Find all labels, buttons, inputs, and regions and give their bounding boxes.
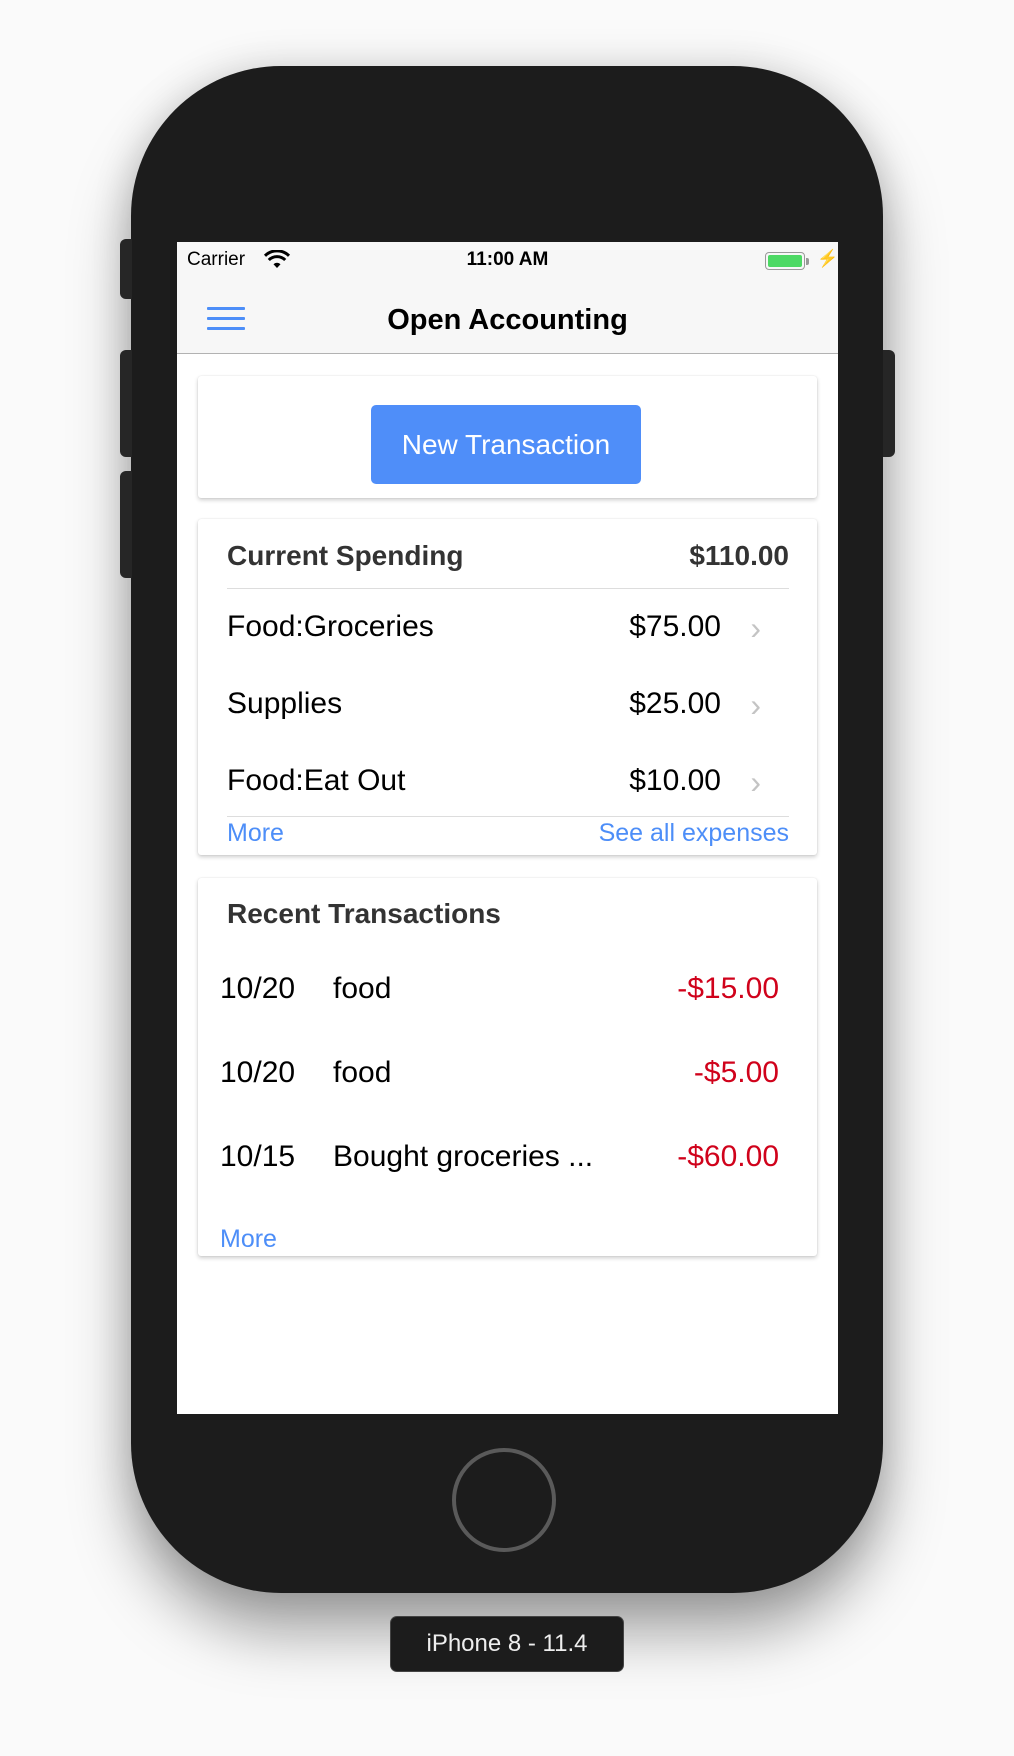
current-spending-card: Current Spending $110.00 Food:Groceries …	[198, 519, 817, 855]
power-button[interactable]	[883, 350, 895, 457]
new-transaction-card: New Transaction	[198, 376, 817, 498]
status-bar: Carrier 11:00 AM ⚡	[177, 242, 838, 282]
volume-down-button[interactable]	[120, 471, 132, 578]
recent-transactions-title: Recent Transactions	[227, 898, 501, 929]
spending-row[interactable]: Supplies $25.00 ›	[227, 667, 789, 744]
spending-category: Food:Eat Out	[227, 764, 406, 797]
battery-nub	[806, 258, 809, 265]
transaction-date: 10/20	[220, 1056, 296, 1089]
current-spending-title: Current Spending	[227, 540, 464, 571]
transaction-amount: -$15.00	[677, 972, 779, 1005]
screen: Carrier 11:00 AM ⚡ Open Accounting New T…	[177, 242, 838, 1414]
spending-amount: $10.00	[629, 764, 721, 797]
spending-row[interactable]: Food:Eat Out $10.00 ›	[227, 744, 789, 821]
device-label: iPhone 8 - 11.4	[390, 1616, 624, 1672]
spending-category: Supplies	[227, 687, 343, 720]
transaction-row[interactable]: 10/15 Bought groceries ... -$60.00	[220, 1118, 779, 1202]
clock: 11:00 AM	[466, 249, 549, 270]
chevron-right-icon: ›	[750, 610, 761, 646]
recent-transactions-card: Recent Transactions 10/20 food -$15.00 1…	[198, 878, 817, 1256]
page-title: Open Accounting	[387, 304, 628, 336]
transaction-description: food	[333, 1056, 392, 1089]
chevron-right-icon: ›	[750, 764, 761, 800]
spending-amount: $25.00	[629, 687, 721, 720]
spending-row[interactable]: Food:Groceries $75.00 ›	[227, 590, 789, 667]
current-spending-total: $110.00	[689, 540, 789, 571]
transaction-row[interactable]: 10/20 food -$5.00	[220, 1034, 779, 1118]
charging-bolt-icon: ⚡	[817, 249, 838, 268]
transaction-amount: -$5.00	[693, 1056, 779, 1089]
transactions-more-link[interactable]: More	[220, 1225, 277, 1254]
spending-amount: $75.00	[629, 610, 721, 643]
home-button[interactable]	[452, 1448, 556, 1552]
current-spending-footer: More See all expenses	[227, 816, 789, 857]
transaction-description: Bought groceries ...	[333, 1140, 594, 1173]
transaction-description: food	[333, 972, 392, 1005]
new-transaction-button[interactable]: New Transaction	[371, 405, 641, 484]
spending-category: Food:Groceries	[227, 610, 434, 643]
chevron-right-icon: ›	[750, 687, 761, 723]
mute-switch[interactable]	[120, 239, 132, 299]
transaction-amount: -$60.00	[677, 1140, 779, 1173]
transaction-row[interactable]: 10/20 food -$15.00	[220, 950, 779, 1034]
spending-more-link[interactable]: More	[227, 819, 284, 848]
current-spending-header: Current Spending $110.00	[227, 535, 789, 589]
volume-up-button[interactable]	[120, 350, 132, 457]
battery-charging-icon	[765, 252, 805, 270]
transaction-date: 10/15	[220, 1140, 296, 1173]
transaction-date: 10/20	[220, 972, 296, 1005]
navigation-bar: Open Accounting	[177, 282, 838, 354]
see-all-expenses-link[interactable]: See all expenses	[599, 819, 789, 848]
